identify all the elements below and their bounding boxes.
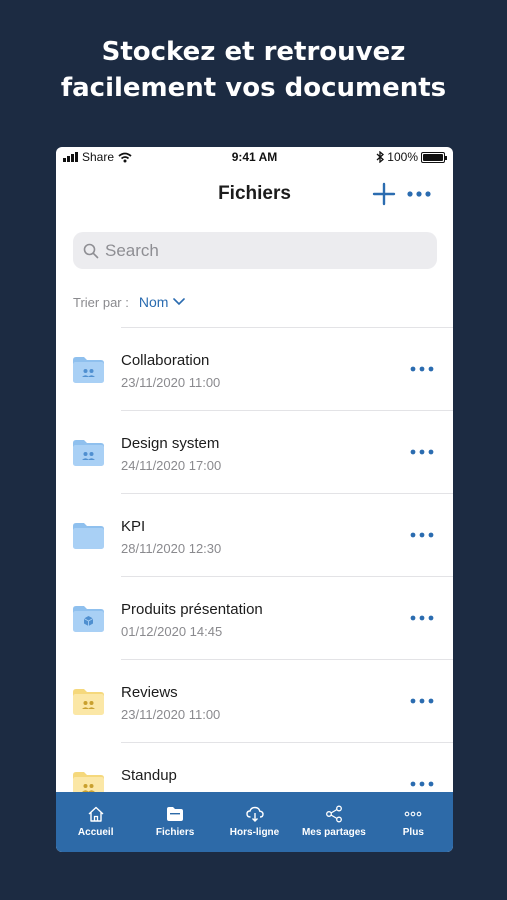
tab-bar: Accueil Fichiers Hors-ligne Mes partages Plu…	[56, 792, 453, 852]
sort-control: Trier par : Nom	[73, 294, 186, 310]
tab-accueil[interactable]: Accueil	[56, 792, 135, 852]
status-bar: Share 9:41 AM 100%	[56, 147, 453, 167]
tab-mes-partages[interactable]: Mes partages	[294, 792, 373, 852]
headline-line-2: facilement vos documents	[60, 73, 447, 103]
file-row[interactable]: Produits présentation 01/12/2020 14:45	[56, 577, 453, 660]
more-options-icon[interactable]	[409, 526, 435, 544]
tab-label: Plus	[402, 827, 424, 838]
sort-dropdown[interactable]: Nom	[139, 294, 186, 310]
tab-hors-ligne[interactable]: Hors-ligne	[215, 792, 294, 852]
more-options-icon[interactable]	[409, 609, 435, 627]
file-row[interactable]: KPI 28/11/2020 12:30	[56, 494, 453, 577]
tab-fichiers[interactable]: Fichiers	[135, 792, 214, 852]
folder-icon	[167, 807, 184, 821]
search-input[interactable]	[105, 240, 405, 261]
file-name: Design system	[121, 435, 220, 452]
battery-icon	[421, 151, 447, 163]
shared-folder-icon	[73, 689, 104, 715]
more-options-icon[interactable]	[409, 775, 435, 793]
file-date: 23/11/2020 11:00	[121, 375, 221, 390]
nav-bar: Fichiers	[56, 175, 453, 215]
battery-label: 100%	[387, 150, 418, 164]
folder-icon	[73, 523, 104, 549]
shared-folder-icon	[73, 440, 104, 466]
tab-label: Mes partages	[301, 827, 366, 838]
more-options-icon[interactable]	[409, 443, 435, 461]
cloud-download-icon	[245, 806, 264, 822]
share-icon	[325, 805, 342, 823]
file-date: 24/11/2020 17:00	[121, 458, 222, 473]
file-name: KPI	[121, 518, 146, 535]
chevron-down-icon	[173, 298, 186, 306]
sort-value: Nom	[138, 294, 169, 310]
box-folder-icon	[73, 606, 104, 632]
bluetooth-icon	[376, 151, 385, 163]
file-row[interactable]: Design system 24/11/2020 17:00	[56, 411, 453, 494]
file-row[interactable]: Collaboration 23/11/2020 11:00	[56, 328, 453, 411]
tab-plus[interactable]: Plus	[374, 792, 453, 852]
more-options-icon[interactable]	[409, 692, 435, 710]
file-name: Reviews	[121, 684, 178, 701]
file-row[interactable]: Reviews 23/11/2020 11:00	[56, 660, 453, 743]
search-icon	[83, 243, 99, 258]
phone-screen: Share 9:41 AM 100% Fichiers Search Trier…	[56, 147, 453, 852]
file-name: Collaboration	[121, 352, 210, 369]
file-date: 28/11/2020 12:30	[121, 541, 222, 556]
file-name: Standup	[121, 767, 177, 784]
tab-label: Fichiers	[155, 827, 195, 838]
add-icon[interactable]	[371, 181, 397, 207]
headline-line-1: Stockez et retrouvez	[101, 37, 406, 67]
sort-label: Trier par :	[73, 294, 129, 310]
tab-label: Accueil	[77, 827, 114, 838]
file-date: 23/11/2020 11:00	[121, 707, 221, 722]
file-name: Produits présentation	[121, 601, 263, 618]
shared-folder-icon	[73, 357, 104, 383]
search-bar	[73, 232, 437, 269]
file-date: 01/12/2020 14:45	[121, 624, 223, 639]
more-options-icon[interactable]	[409, 360, 435, 378]
more-options-icon[interactable]	[405, 181, 433, 207]
tab-label: Hors-ligne	[229, 827, 280, 838]
more-icon	[404, 811, 422, 817]
promo-headline: Stockez et retrouvez facilement vos docu…	[0, 34, 507, 106]
home-icon	[88, 806, 104, 822]
